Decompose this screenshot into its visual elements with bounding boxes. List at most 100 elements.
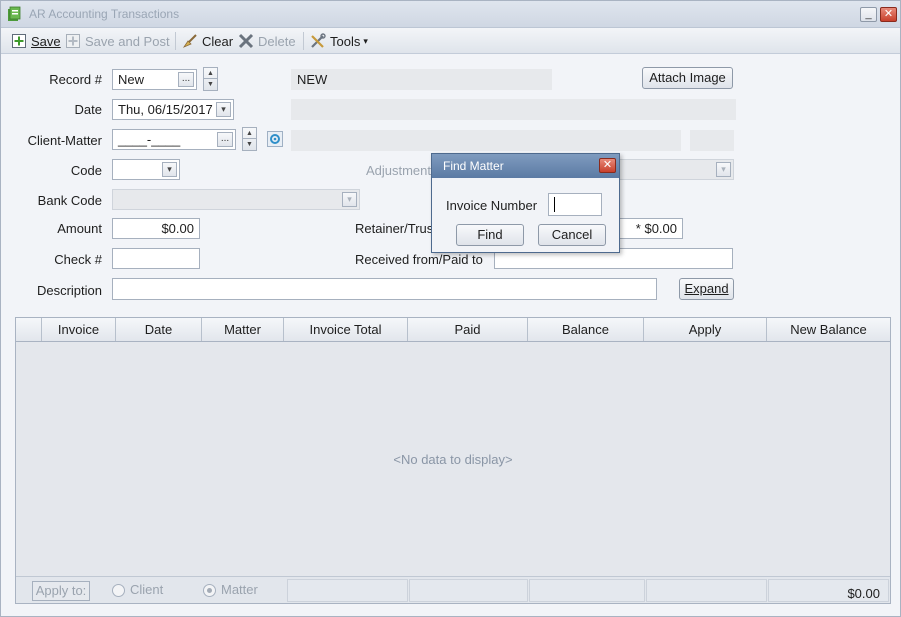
find-matter-dialog: Find Matter ✕ Invoice Number Find Cancel (431, 153, 620, 253)
column-header-paid[interactable]: Paid (408, 318, 528, 341)
cancel-button[interactable]: Cancel (538, 224, 606, 246)
spin-down-icon[interactable]: ▼ (243, 139, 256, 150)
delete-label: Delete (258, 33, 296, 49)
toolbar-separator (175, 32, 176, 50)
client-matter-spinner[interactable]: ▲ ▼ (242, 127, 257, 151)
record-label: Record # (49, 72, 102, 87)
find-button[interactable]: Find (456, 224, 524, 246)
grid-footer: Apply to: Client Matter $0.00 (16, 576, 890, 603)
new-balance-total: $0.00 (847, 586, 880, 601)
tools-menu-button[interactable]: Tools ▾ (310, 31, 368, 51)
adjustment-dropdown[interactable]: ▾ (618, 159, 734, 180)
client-name-field (291, 130, 681, 151)
footer-summary-cell (646, 579, 767, 602)
footer-summary-cell (409, 579, 528, 602)
record-lookup-button[interactable]: ... (178, 72, 194, 87)
save-and-post-label: Save and Post (85, 33, 170, 49)
apply-to-button[interactable]: Apply to: (32, 581, 90, 601)
minimize-button[interactable]: _ (860, 7, 877, 22)
received-from-label: Received from/Paid to (355, 252, 483, 267)
grid-header-indicator (16, 318, 42, 341)
radio-matter[interactable] (203, 584, 216, 597)
column-header-new-balance[interactable]: New Balance (767, 318, 890, 341)
description-label: Description (36, 283, 102, 298)
bank-code-dropdown[interactable]: ▾ (112, 189, 360, 210)
clear-button[interactable]: Clear (182, 31, 233, 51)
date-value: Thu, 06/15/2017 (118, 102, 213, 117)
radio-client-label: Client (130, 582, 164, 597)
spin-up-icon[interactable]: ▲ (243, 128, 256, 139)
chevron-down-icon[interactable]: ▾ (342, 192, 357, 207)
record-number-field[interactable]: New ... (112, 69, 197, 90)
record-number-value: New (118, 72, 145, 87)
spin-up-icon[interactable]: ▲ (204, 68, 217, 79)
clear-label: Clear (202, 33, 234, 49)
grid-header: Invoice Date Matter Invoice Total Paid B… (16, 318, 890, 342)
footer-summary-cell (287, 579, 408, 602)
window-title: AR Accounting Transactions (29, 7, 180, 21)
retainer-trust-label: Retainer/Trust (355, 221, 437, 236)
column-header-balance[interactable]: Balance (528, 318, 644, 341)
client-extra-field (690, 130, 734, 151)
toolbar-separator (303, 32, 304, 50)
client-matter-value: ____-____ (118, 132, 181, 147)
delete-button[interactable]: Delete (238, 31, 296, 51)
record-status-field: NEW (291, 69, 552, 90)
save-post-icon (66, 34, 80, 48)
amount-field[interactable]: $0.00 (112, 218, 200, 239)
toolbar: Save Save and Post Clear Delete Tools ▾ (1, 28, 900, 54)
bank-code-label: Bank Code (37, 193, 102, 208)
chevron-down-icon[interactable]: ▾ (716, 162, 731, 177)
dialog-title-bar: Find Matter ✕ (432, 154, 619, 178)
retainer-trust-field: * $0.00 (618, 218, 683, 239)
close-window-button[interactable]: ✕ (880, 7, 897, 22)
client-matter-label: Client-Matter (27, 133, 102, 148)
radio-matter-label: Matter (221, 582, 258, 597)
radio-client[interactable] (112, 584, 125, 597)
check-number-field[interactable] (112, 248, 200, 269)
expand-button[interactable]: Expand (679, 278, 734, 300)
column-header-invoice-total[interactable]: Invoice Total (284, 318, 408, 341)
invoice-number-input[interactable] (548, 193, 602, 216)
dialog-title: Find Matter (443, 159, 504, 173)
chevron-down-icon: ▾ (363, 35, 368, 46)
check-number-label: Check # (54, 252, 102, 267)
date-field[interactable]: Thu, 06/15/2017 ▾ (112, 99, 234, 120)
expand-label: Expand (684, 281, 729, 296)
amount-label: Amount (57, 221, 102, 236)
code-dropdown[interactable]: ▾ (112, 159, 180, 180)
save-button[interactable]: Save (11, 31, 61, 51)
invoice-number-label: Invoice Number (446, 198, 538, 213)
adjustment-label: Adjustment (365, 163, 431, 178)
save-icon (12, 34, 26, 48)
column-header-date[interactable]: Date (116, 318, 202, 341)
tools-label: Tools (330, 33, 361, 49)
column-header-apply[interactable]: Apply (644, 318, 767, 341)
close-icon[interactable]: ✕ (599, 158, 616, 173)
gear-icon[interactable] (267, 131, 283, 147)
broom-icon (182, 34, 197, 48)
description-field[interactable] (112, 278, 657, 300)
client-matter-field[interactable]: ____-____ ... (112, 129, 236, 150)
delete-x-icon (238, 33, 254, 49)
column-header-matter[interactable]: Matter (202, 318, 284, 341)
chevron-down-icon[interactable]: ▾ (216, 102, 231, 117)
client-matter-lookup-button[interactable]: ... (217, 132, 233, 147)
date-label: Date (74, 102, 102, 117)
date-description-field (291, 99, 736, 120)
app-icon (8, 6, 21, 21)
column-header-invoice[interactable]: Invoice (42, 318, 116, 341)
invoice-grid: Invoice Date Matter Invoice Total Paid B… (15, 317, 891, 604)
tools-icon (311, 33, 326, 48)
attach-image-button[interactable]: Attach Image (642, 67, 733, 89)
save-and-post-button[interactable]: Save and Post (65, 31, 170, 51)
footer-summary-cell (529, 579, 645, 602)
record-spinner[interactable]: ▲ ▼ (203, 67, 218, 91)
main-window: AR Accounting Transactions _ ✕ Save Save… (0, 0, 901, 617)
grid-empty-message: <No data to display> (393, 452, 513, 467)
spin-down-icon[interactable]: ▼ (204, 79, 217, 90)
text-cursor (554, 197, 555, 213)
title-bar: AR Accounting Transactions _ ✕ (1, 1, 900, 28)
chevron-down-icon[interactable]: ▾ (162, 162, 177, 177)
save-label: Save (31, 33, 61, 49)
